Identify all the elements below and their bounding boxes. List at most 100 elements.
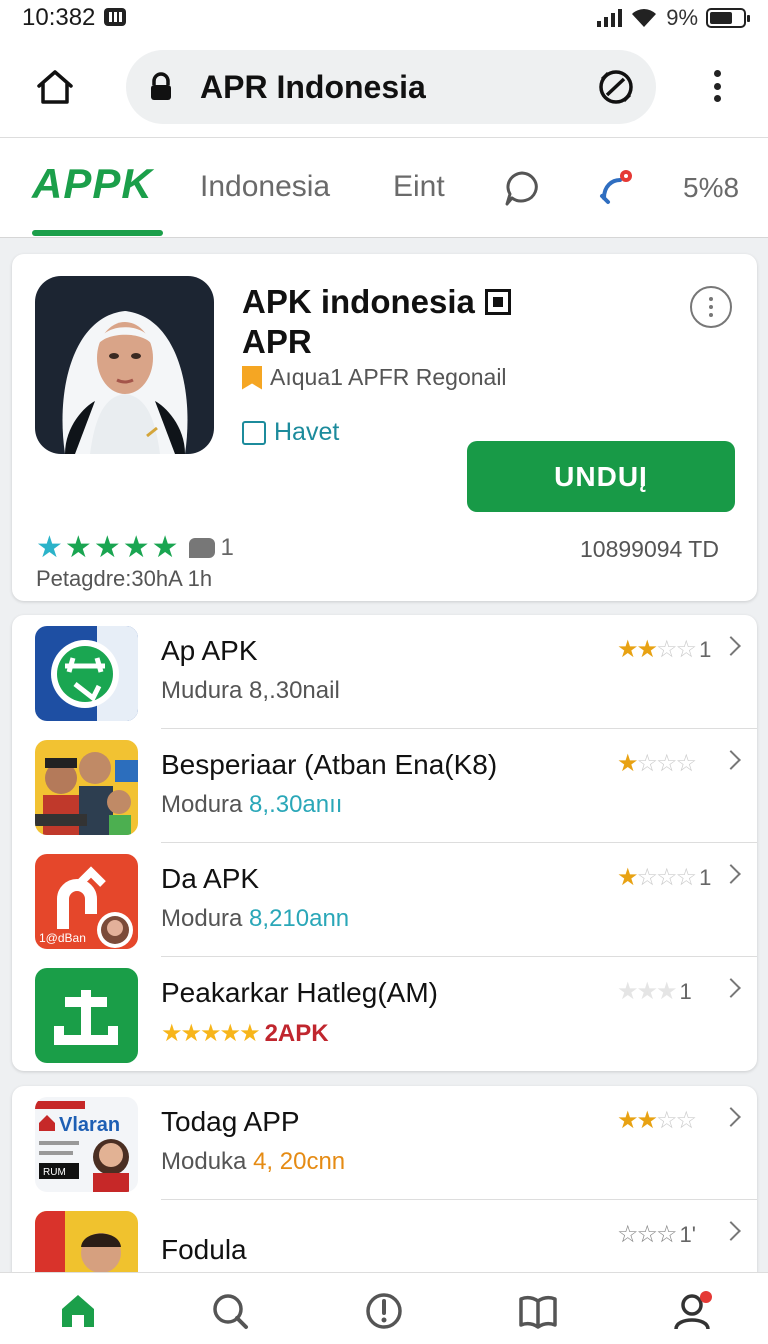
app-name: Peakarkar Hatleg(AM) — [161, 977, 438, 1008]
lock-icon — [151, 72, 171, 100]
featured-title-line2: APR — [242, 323, 312, 360]
list-item[interactable]: Peakarkar Hatleg(AM) ★★★★★ 2APK ★★★ 1 — [12, 957, 757, 1071]
status-bar: 10:382 9% — [0, 0, 768, 36]
meta-label: Modura — [161, 791, 250, 818]
home-icon[interactable] — [34, 66, 76, 108]
featured-rating: ★ ★ ★ ★ ★ 1 — [36, 530, 234, 565]
meta-value: 8,210ann — [249, 905, 350, 932]
tab-eint[interactable]: Eint — [393, 170, 445, 204]
app-icon-label: 1@dBan — [39, 931, 86, 945]
star-icon: ★ — [93, 531, 121, 564]
chevron-right-icon — [721, 750, 741, 770]
developer-tag-icon — [242, 365, 262, 390]
notification-icon — [104, 8, 127, 26]
signal-icon — [597, 9, 623, 27]
overflow-menu-icon[interactable] — [700, 66, 734, 106]
meta-label: Moduka — [161, 1148, 254, 1175]
app-icon: 1@dBan — [35, 854, 138, 949]
app-name: Besperiaar (Atban Ena(K8) — [161, 749, 498, 780]
app-icon — [35, 740, 138, 835]
rating-number: 1' — [679, 1222, 696, 1247]
bottom-navigation — [0, 1272, 768, 1344]
app-list: Ap APK Mudura 8,.30nail ★★☆☆ 1 Besperiaar… — [12, 615, 757, 1071]
app-icon — [35, 968, 138, 1063]
updated-text: Petagdre:30hA 1h — [36, 566, 213, 591]
app-icon-label: Vlaran — [59, 1114, 120, 1136]
star-icon: ★ — [122, 531, 150, 564]
five-star-icon: ★★★★★ — [161, 1020, 261, 1047]
rating-number: 1 — [699, 865, 712, 890]
nav-alert-icon[interactable] — [364, 1291, 404, 1331]
app-name: Ap APK — [161, 635, 258, 666]
star-icon: ★ — [64, 531, 92, 564]
app-rating: ☆☆☆ 1' — [617, 1221, 696, 1248]
download-button[interactable]: UNDUĮ — [467, 441, 735, 512]
rating-count: 1 — [220, 533, 234, 561]
list-item[interactable]: 1@dBan Da APK Modura 8,210ann ★☆☆☆ 1 — [12, 843, 757, 957]
list-item[interactable]: Vlaran RUM Todag APP Moduka 4, 20cnn ★★☆☆ — [12, 1086, 757, 1200]
featured-developer-name: Aıqua1 APFR Regonail — [270, 364, 507, 390]
star-icon: ★ — [151, 531, 179, 564]
more-options-icon[interactable] — [690, 286, 732, 328]
meta-value: 8,.30nail — [249, 677, 340, 704]
category-tabs: APPK Indonesia Eint 5%8 — [0, 138, 768, 238]
app-name: Fodula — [161, 1234, 247, 1265]
meta-value: 2APK — [264, 1020, 329, 1047]
rating-number: 1 — [699, 637, 712, 662]
nav-search-icon[interactable] — [210, 1291, 250, 1331]
app-meta: ★★★★★ 2APK — [161, 1019, 329, 1048]
nav-profile-icon[interactable] — [672, 1291, 712, 1331]
meta-label: Mudura — [161, 677, 250, 704]
featured-app-icon — [35, 276, 214, 454]
nav-library-icon[interactable] — [518, 1291, 558, 1331]
browser-toolbar: APR Indonesia — [0, 36, 768, 138]
meta-value: 4, 20cnn — [253, 1148, 346, 1175]
meta-value: 8,.30anıı — [249, 791, 343, 818]
featured-badge-label: Havet — [274, 418, 340, 446]
chevron-right-icon — [721, 864, 741, 884]
list-item[interactable]: Besperiaar (Atban Ena(K8) Modura 8,.30an… — [12, 729, 757, 843]
star-icon: ★ — [36, 531, 63, 564]
app-rating: ★★☆☆ 1 — [617, 636, 712, 663]
app-rating: ★☆☆☆ — [617, 750, 697, 777]
featured-title-line1: APK indonesia — [242, 283, 475, 320]
download-count: 10899094 TD — [580, 536, 719, 562]
app-meta: Moduka 4, 20cnn — [161, 1148, 345, 1176]
chevron-right-icon — [721, 636, 741, 656]
app-icon-badge: RUM — [43, 1167, 66, 1178]
featured-app-card[interactable]: APK indonesia APR Aıqua1 APFR Regonail H… — [12, 254, 757, 601]
status-right: 9% — [597, 5, 750, 31]
tab-indonesia[interactable]: Indonesia — [200, 170, 330, 204]
chevron-right-icon — [721, 1221, 741, 1241]
tab-count[interactable]: 5%8 — [683, 172, 739, 204]
list-item[interactable]: Ap APK Mudura 8,.30nail ★★☆☆ 1 — [12, 615, 757, 729]
app-list-secondary: Vlaran RUM Todag APP Moduka 4, 20cnn ★★☆☆… — [12, 1086, 757, 1286]
tab-appk[interactable]: APPK — [32, 160, 153, 208]
rating-number: 1 — [679, 979, 692, 1004]
address-bar[interactable]: APR Indonesia — [126, 50, 656, 124]
status-time: 10:382 — [22, 4, 127, 32]
app-rating: ★★★ 1 — [617, 978, 692, 1005]
chat-icon[interactable] — [502, 168, 542, 208]
app-name: Todag APP — [161, 1106, 300, 1137]
meta-label: Modura — [161, 905, 250, 932]
nav-home-icon[interactable] — [58, 1291, 98, 1331]
active-tab-indicator — [32, 230, 163, 236]
verified-icon — [242, 420, 266, 445]
address-text[interactable]: APR Indonesia — [200, 69, 596, 106]
chevron-right-icon — [721, 978, 741, 998]
qr-icon — [484, 289, 511, 315]
battery-icon — [706, 8, 750, 28]
notification-bell-icon[interactable] — [596, 168, 636, 208]
featured-developer[interactable]: Aıqua1 APFR Regonail — [242, 364, 507, 391]
app-meta: Modura 8,.30anıı — [161, 791, 342, 819]
app-rating: ★★☆☆ — [617, 1107, 697, 1134]
app-icon: Vlaran RUM — [35, 1097, 138, 1192]
app-name: Da APK — [161, 863, 260, 894]
clock: 10:382 — [22, 4, 96, 31]
featured-app-title[interactable]: APK indonesia APR — [242, 282, 582, 362]
wifi-icon — [632, 9, 657, 27]
tracker-shield-icon[interactable] — [596, 67, 636, 107]
app-rating: ★☆☆☆ 1 — [617, 864, 712, 891]
chevron-right-icon — [721, 1107, 741, 1127]
